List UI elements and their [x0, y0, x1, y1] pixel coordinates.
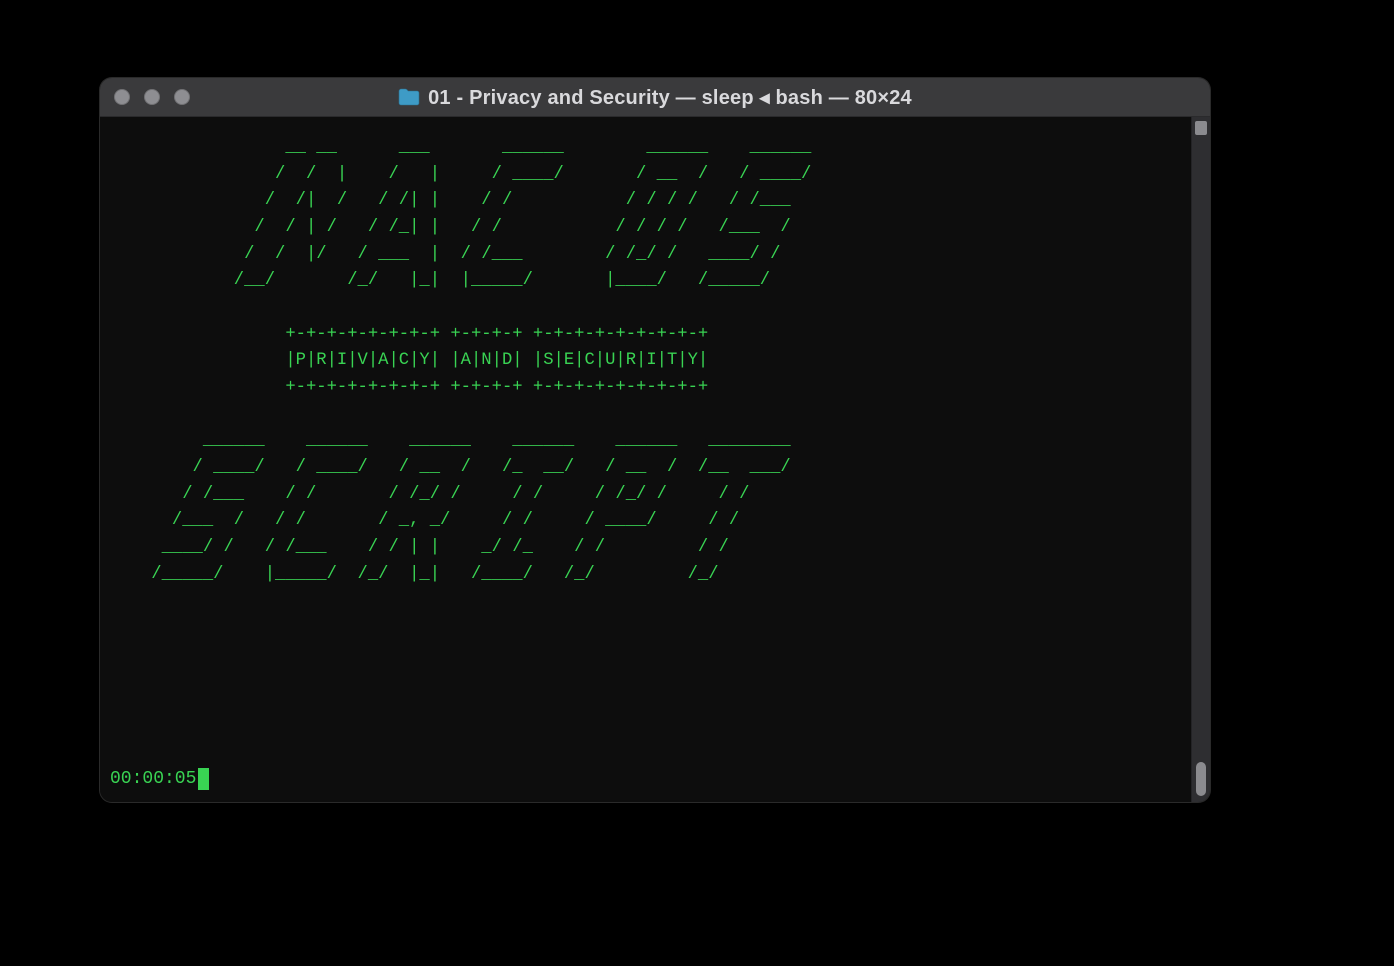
vertical-scrollbar[interactable] [1191, 117, 1210, 802]
timer-row: 00:00:05 [110, 768, 209, 790]
zoom-button[interactable] [174, 89, 190, 105]
terminal-viewport[interactable]: __ __ ___ ______ ______ ______ / / | / |… [100, 117, 1191, 802]
scrollbar-top-cap-icon [1195, 121, 1207, 135]
folder-icon [398, 88, 420, 106]
minimize-button[interactable] [144, 89, 160, 105]
ascii-art-banner: __ __ ___ ______ ______ ______ / / | / |… [110, 135, 1181, 588]
scrollbar-thumb[interactable] [1196, 762, 1206, 796]
terminal-window: 01 - Privacy and Security — sleep ◂ bash… [100, 78, 1210, 802]
cursor-block-icon [198, 768, 209, 790]
window-titlebar: 01 - Privacy and Security — sleep ◂ bash… [100, 78, 1210, 117]
window-traffic-lights [100, 89, 190, 105]
window-title: 01 - Privacy and Security — sleep ◂ bash… [428, 85, 912, 110]
close-button[interactable] [114, 89, 130, 105]
elapsed-timer: 00:00:05 [110, 769, 196, 789]
